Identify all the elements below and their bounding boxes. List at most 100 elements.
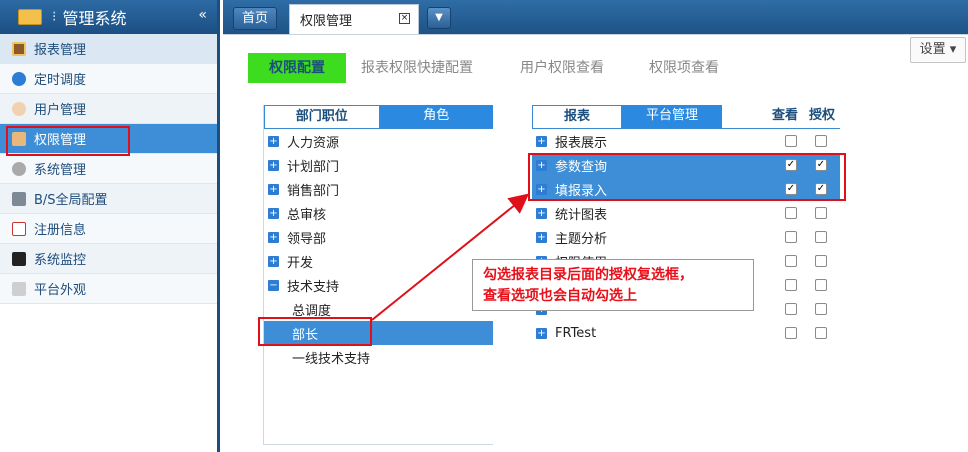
app-title: 管理系统: [62, 9, 127, 28]
tree-item-label: 开发: [287, 255, 314, 271]
sidebar: ⁝ 管理系统 « 报表管理 定时调度 用户管理 权限管理 系统管理 B/S全局配…: [0, 0, 220, 452]
sidebar-header: ⁝ 管理系统 «: [0, 0, 217, 34]
sidebar-item-bs-config[interactable]: B/S全局配置: [0, 184, 217, 214]
highlight-box-checked-rows: [528, 153, 846, 201]
auth-checkbox[interactable]: [815, 255, 827, 267]
subtab-user-permission[interactable]: 用户权限查看: [520, 53, 604, 83]
grip-icon: ⁝: [52, 9, 57, 25]
tree-item[interactable]: + 人力资源: [264, 129, 493, 153]
expand-icon[interactable]: +: [536, 327, 547, 339]
auth-checkbox[interactable]: [815, 231, 827, 243]
view-checkbox[interactable]: [785, 207, 797, 219]
settings-button[interactable]: 设置 ▾: [910, 37, 966, 63]
tab-report[interactable]: 报表: [532, 105, 622, 128]
sidebar-item-users[interactable]: 用户管理: [0, 94, 217, 124]
subtab-permission-config[interactable]: 权限配置: [248, 53, 346, 83]
sidebar-item-system[interactable]: 系统管理: [0, 154, 217, 184]
tree-item-label: 人力资源: [287, 135, 340, 151]
report-row[interactable]: + 主题分析: [532, 225, 840, 249]
tab-bar: 首页 权限管理 × ▼: [223, 0, 968, 34]
sidebar-item-label: 注册信息: [34, 223, 87, 238]
tree-item[interactable]: + 开发: [264, 249, 493, 273]
expand-icon[interactable]: +: [268, 255, 279, 267]
sidebar-item-label: 定时调度: [34, 73, 87, 88]
highlight-box-permission-menu: [6, 126, 130, 156]
folder-icon: [18, 9, 42, 25]
expand-icon[interactable]: +: [268, 207, 279, 219]
sidebar-item-schedule[interactable]: 定时调度: [0, 64, 217, 94]
auth-checkbox[interactable]: [815, 303, 827, 315]
report-row[interactable]: + FRTest: [532, 321, 840, 345]
auth-checkbox[interactable]: [815, 207, 827, 219]
annotation-line-1: 勾选报表目录后面的授权复选框，: [483, 267, 693, 283]
tree-item-label: 总审核: [287, 207, 327, 223]
main-content: 设置 ▾ 权限配置 报表权限快捷配置 用户权限查看 权限项查看 部门职位 角色 …: [223, 34, 968, 452]
auth-checkbox[interactable]: [815, 327, 827, 339]
tab-role[interactable]: 角色: [379, 105, 493, 128]
sidebar-item-appearance[interactable]: 平台外观: [0, 274, 217, 304]
sidebar-item-label: B/S全局配置: [34, 193, 108, 208]
expand-icon[interactable]: +: [536, 231, 547, 243]
view-checkbox[interactable]: [785, 231, 797, 243]
sidebar-item-monitor[interactable]: 系统监控: [0, 244, 217, 274]
view-checkbox[interactable]: [785, 279, 797, 291]
tree-item-label: 销售部门: [287, 183, 340, 199]
tree-item-label: 计划部门: [287, 159, 340, 175]
view-checkbox[interactable]: [785, 135, 797, 147]
expand-icon[interactable]: +: [268, 231, 279, 243]
subtab-quick-config[interactable]: 报表权限快捷配置: [361, 53, 473, 83]
view-checkbox[interactable]: [785, 327, 797, 339]
tree-item-label: 领导部: [287, 231, 327, 247]
tree-item-label: 技术支持: [287, 279, 340, 295]
tab-label: 权限管理: [300, 14, 353, 29]
tree-item[interactable]: + 领导部: [264, 225, 493, 249]
annotation-callout: 勾选报表目录后面的授权复选框， 查看选项也会自动勾选上: [472, 259, 754, 311]
expand-icon[interactable]: +: [268, 159, 279, 171]
report-row[interactable]: + 统计图表: [532, 201, 840, 225]
report-row[interactable]: + 报表展示: [532, 129, 840, 153]
collapse-icon[interactable]: −: [268, 279, 279, 291]
tab-department[interactable]: 部门职位: [264, 105, 380, 128]
expand-icon[interactable]: +: [268, 135, 279, 147]
tree-child-item[interactable]: 一线技术支持: [264, 345, 493, 369]
tree-item-label: 一线技术支持: [292, 351, 371, 367]
collapse-sidebar-icon[interactable]: «: [198, 7, 207, 23]
report-row-label: 统计图表: [555, 207, 608, 223]
tab-permission[interactable]: 权限管理 ×: [289, 4, 419, 34]
auth-checkbox[interactable]: [815, 279, 827, 291]
report-row-label: FRTest: [555, 325, 597, 341]
tree-item[interactable]: − 技术支持: [264, 273, 493, 297]
annotation-line-2: 查看选项也会自动勾选上: [483, 288, 637, 304]
chevron-down-icon[interactable]: ▼: [427, 7, 451, 29]
tree-item[interactable]: + 计划部门: [264, 153, 493, 177]
expand-icon[interactable]: +: [536, 135, 547, 147]
tree-item[interactable]: + 销售部门: [264, 177, 493, 201]
tab-home[interactable]: 首页: [233, 7, 277, 30]
sidebar-item-label: 系统监控: [34, 253, 87, 268]
expand-icon[interactable]: +: [536, 207, 547, 219]
close-icon[interactable]: ×: [399, 13, 410, 24]
report-row-label: 报表展示: [555, 135, 608, 151]
sidebar-item-register[interactable]: 注册信息: [0, 214, 217, 244]
sidebar-item-report[interactable]: 报表管理: [0, 34, 217, 64]
tree-item-label: 总调度: [292, 303, 332, 319]
auth-checkbox[interactable]: [815, 135, 827, 147]
tab-platform[interactable]: 平台管理: [622, 105, 722, 128]
sidebar-item-label: 系统管理: [34, 163, 87, 178]
column-auth-header: 授权: [809, 108, 836, 123]
report-row-label: 主题分析: [555, 231, 608, 247]
gear-icon: [12, 161, 26, 176]
expand-icon[interactable]: +: [268, 183, 279, 195]
monitor-icon: [12, 251, 26, 266]
tree-item[interactable]: + 总审核: [264, 201, 493, 225]
column-view-header: 查看: [772, 108, 799, 123]
subtab-permission-items[interactable]: 权限项查看: [649, 53, 719, 83]
register-icon: [12, 221, 26, 236]
sidebar-item-label: 报表管理: [34, 43, 87, 58]
view-checkbox[interactable]: [785, 303, 797, 315]
user-icon: [12, 101, 26, 116]
view-checkbox[interactable]: [785, 255, 797, 267]
highlight-box-selected-position: [258, 317, 372, 346]
clock-icon: [12, 71, 26, 86]
report-icon: [12, 41, 26, 56]
